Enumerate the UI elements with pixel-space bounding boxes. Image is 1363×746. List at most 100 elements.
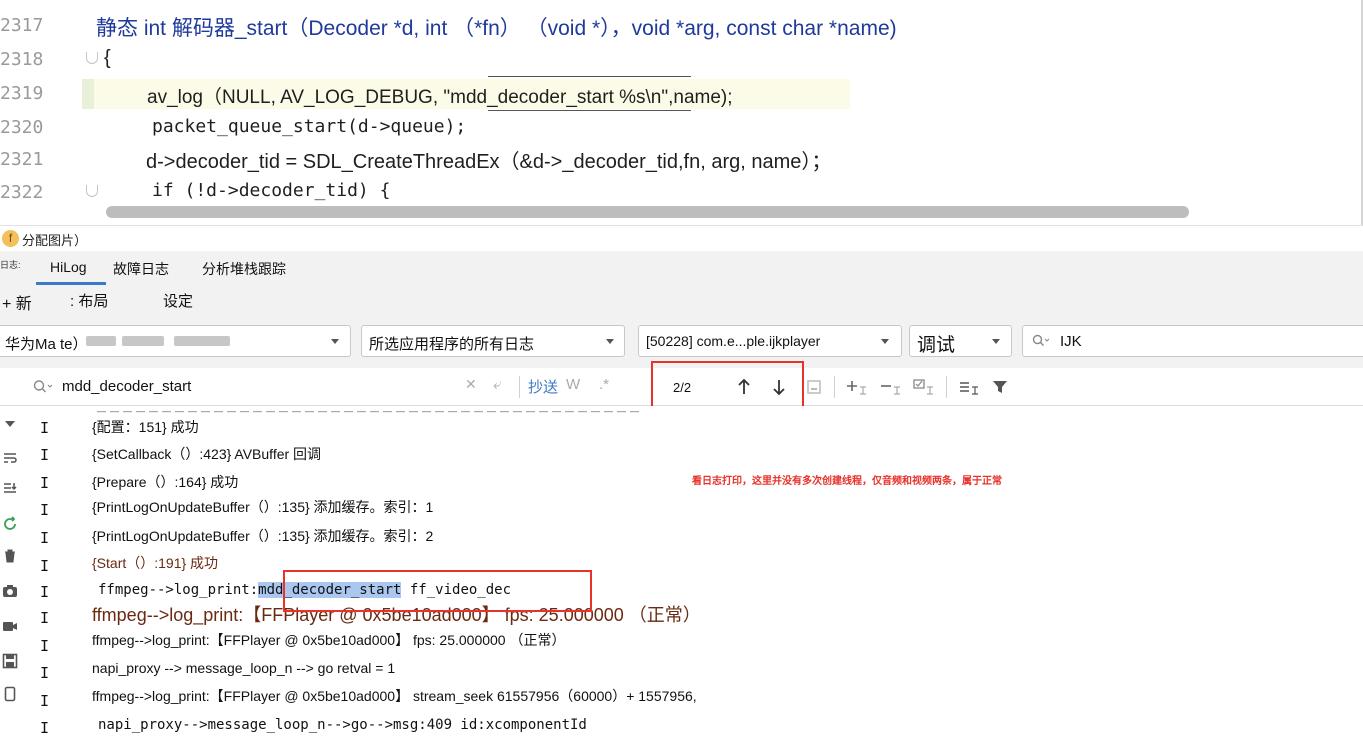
horizontal-scrollbar[interactable] <box>106 206 1189 218</box>
save-icon[interactable] <box>2 653 18 669</box>
log-level: I <box>40 474 50 492</box>
line-number: 2318 <box>0 49 44 70</box>
breadcrumb-label[interactable]: 分配图片） <box>22 230 87 249</box>
log-level: I <box>40 419 50 437</box>
remove-filter-icon[interactable] <box>880 379 902 395</box>
soft-wrap-icon[interactable] <box>2 450 18 466</box>
log-line-partial: ————————————————————————————————————————… <box>97 406 643 416</box>
toolbar-separator <box>834 376 835 398</box>
chevron-down-icon <box>606 339 614 344</box>
log-message[interactable]: {PrintLogOnUpdateBuffer（）:135} 添加缓存。索引：1 <box>92 497 433 517</box>
log-scope-select[interactable]: 所选应用程序的所有日志 <box>361 325 625 357</box>
select-filter-icon[interactable] <box>913 378 937 396</box>
whole-word-toggle[interactable]: W <box>566 376 580 393</box>
new-log-button[interactable]: + 新 <box>2 290 32 314</box>
code-line-packet-queue[interactable]: packet_queue_start(d->queue); <box>152 116 466 137</box>
annotation-text: 看日志打印，这里并没有多次创建线程，仅音频和视频两条，属于正常 <box>692 476 1002 487</box>
tab-fault-log[interactable]: 故障日志 <box>113 259 169 279</box>
log-tool-window-tabs: 日志: HiLog 故障日志 分析堆栈跟踪 <box>0 251 1363 285</box>
settings-menu[interactable]: 设定 <box>163 290 193 311</box>
scroll-to-end-icon[interactable] <box>2 480 18 496</box>
log-message[interactable]: {PrintLogOnUpdateBuffer（）:135} 添加缓存。索引：2 <box>92 526 433 546</box>
log-output-panel[interactable]: ————————————————————————————————————————… <box>22 406 1363 746</box>
keyword-filter-value: IJK <box>1060 333 1082 350</box>
line-number: 2321 <box>0 149 44 170</box>
log-level: I <box>40 692 50 710</box>
log-level: I <box>40 446 50 464</box>
code-line-create-thread[interactable]: d->decoder_tid = SDL_CreateThreadEx（&d->… <box>146 145 831 174</box>
log-scope-value: 所选应用程序的所有日志 <box>369 336 535 353</box>
log-level: I <box>40 637 50 655</box>
screen-record-icon[interactable] <box>2 618 18 634</box>
log-sub-toolbar: + 新 : 布局 设定 <box>0 285 1363 316</box>
annotation-box-log-match <box>283 570 592 612</box>
add-filter-icon[interactable] <box>846 379 868 395</box>
code-editor[interactable]: 2317 2318 2319 2320 2321 2322 静态 int 解码器… <box>0 0 1363 225</box>
tool-window-title: 日志: <box>0 260 21 270</box>
log-message[interactable]: ffmpeg-->log_print:【FFPlayer @ 0x5be10ad… <box>92 630 565 650</box>
regex-toggle[interactable]: .* <box>599 376 609 393</box>
log-message[interactable]: {Prepare（）:164} 成功 <box>92 472 238 492</box>
search-icon <box>33 380 53 393</box>
code-line-if-check[interactable]: if (!d->decoder_tid) { <box>152 180 390 201</box>
redacted-device-id <box>122 336 164 346</box>
log-level-value: 调试 <box>917 335 956 356</box>
fold-icon[interactable] <box>86 52 98 64</box>
line-number: 2320 <box>0 117 44 138</box>
log-search-input[interactable]: mdd_decoder_start <box>62 378 191 395</box>
log-level: I <box>40 557 50 575</box>
log-level: I <box>40 609 50 627</box>
layout-menu[interactable]: : 布局 <box>70 290 108 311</box>
new-line-icon[interactable]: ⤶ <box>493 376 501 393</box>
log-message[interactable]: napi_proxy --> message_loop_n --> go ret… <box>92 660 395 676</box>
code-line-open-brace[interactable]: { <box>104 47 111 70</box>
changed-line-marker <box>82 79 94 109</box>
device-icon[interactable] <box>2 686 18 702</box>
chevron-down-icon <box>992 339 1000 344</box>
clear-log-icon[interactable] <box>2 548 18 564</box>
log-message[interactable]: {SetCallback（）:423} AVBuffer 回调 <box>92 444 321 464</box>
tab-analyze-stack-trace[interactable]: 分析堆栈跟踪 <box>202 259 286 279</box>
screenshot-icon[interactable] <box>2 583 18 599</box>
process-select[interactable]: [50228] com.e...ple.ijkplayer <box>638 325 902 357</box>
redacted-device-id <box>86 336 116 346</box>
chevron-down-icon <box>881 339 889 344</box>
log-message[interactable]: {Start（）:191} 成功 <box>92 553 218 573</box>
device-select-value: 华为Ma te） <box>5 336 88 353</box>
line-number-gutter: 2317 2318 2319 2320 2321 2322 <box>0 0 82 205</box>
log-level: I <box>40 719 50 737</box>
log-level-select[interactable]: 调试 <box>909 325 1012 357</box>
keyword-filter-input[interactable]: IJK <box>1022 325 1363 357</box>
select-all-occurrences-icon[interactable] <box>806 379 822 395</box>
search-icon <box>1032 334 1050 346</box>
restart-icon[interactable] <box>2 516 18 532</box>
function-icon: f <box>2 230 19 247</box>
log-message[interactable]: napi_proxy-->message_loop_n-->go-->msg:4… <box>98 717 587 733</box>
filter-icon[interactable] <box>991 378 1009 396</box>
process-value: [50228] com.e...ple.ijkplayer <box>646 333 821 349</box>
device-select[interactable]: 华为Ma te） <box>0 325 351 357</box>
code-line-function-signature[interactable]: 静态 int 解码器_start（Decoder *d, int （*fn） （… <box>96 12 897 42</box>
line-number: 2322 <box>0 182 44 203</box>
format-filter-icon[interactable] <box>958 379 980 395</box>
tab-hilog[interactable]: HiLog <box>50 259 87 275</box>
toolbar-separator <box>946 376 947 398</box>
toolbar-separator <box>519 376 520 398</box>
log-side-toolbar <box>0 368 22 746</box>
match-case-toggle[interactable]: 抄送 <box>528 376 558 397</box>
log-message[interactable]: ffmpeg-->log_print:【FFPlayer @ 0x5be10ad… <box>92 686 697 706</box>
log-message[interactable]: {配置：151} 成功 <box>92 417 199 437</box>
log-level: I <box>40 501 50 519</box>
breadcrumb: f 分配图片） <box>0 225 1363 251</box>
fold-icon[interactable] <box>86 185 98 197</box>
clear-search-icon[interactable]: ✕ <box>465 376 477 393</box>
text-selection-box <box>488 76 691 111</box>
log-message-prefix: ffmpeg-->log_print: <box>98 582 259 598</box>
log-level: I <box>40 664 50 682</box>
scroll-down-icon[interactable] <box>2 416 18 432</box>
chevron-down-icon <box>331 339 339 344</box>
line-number: 2319 <box>0 83 44 104</box>
log-level: I <box>40 529 50 547</box>
line-number: 2317 <box>0 15 44 36</box>
log-level: I <box>40 583 50 601</box>
